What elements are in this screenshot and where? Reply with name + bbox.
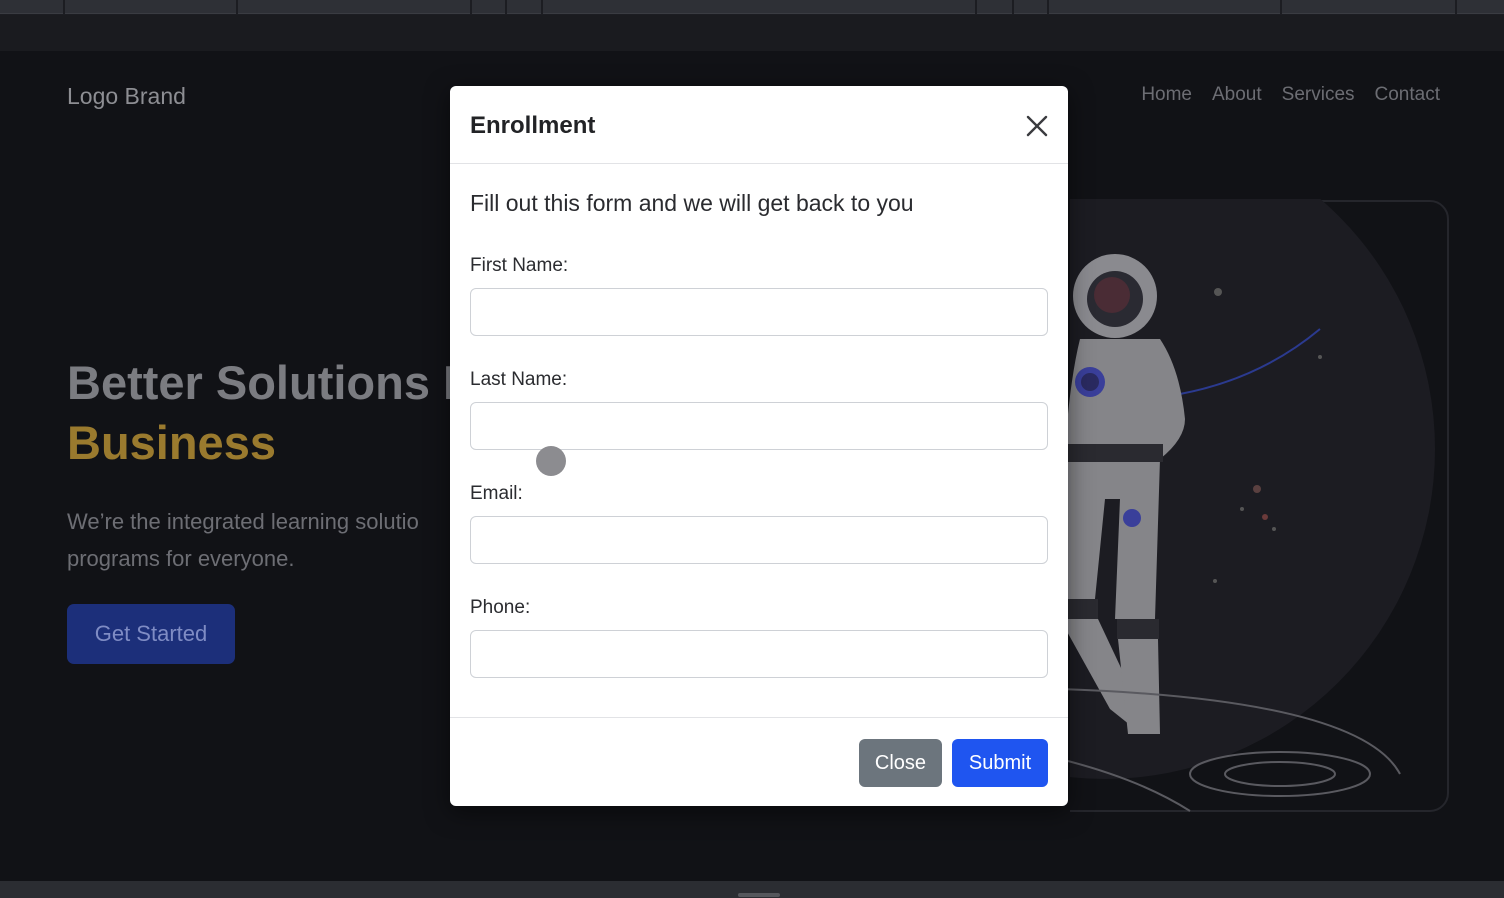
last-name-input[interactable]: [470, 402, 1048, 450]
close-icon[interactable]: [1021, 110, 1053, 142]
hero-subtitle: We’re the integrated learning solutio pr…: [67, 503, 467, 577]
form-intro: Fill out this form and we will get back …: [470, 190, 914, 216]
nav-about[interactable]: About: [1212, 84, 1262, 106]
resize-handle[interactable]: [738, 893, 780, 897]
modal-header: Enrollment: [450, 86, 1068, 164]
enrollment-modal: Enrollment Fill out this form and we wil…: [450, 86, 1068, 806]
nav-home[interactable]: Home: [1141, 84, 1192, 106]
hero-title-main: Better Solutions F: [67, 356, 472, 409]
nav-contact[interactable]: Contact: [1375, 84, 1440, 106]
email-label: Email:: [470, 483, 523, 504]
close-button[interactable]: Close: [859, 739, 942, 787]
nav-services[interactable]: Services: [1282, 84, 1355, 106]
phone-label: Phone:: [470, 597, 531, 618]
submit-button[interactable]: Submit: [952, 739, 1048, 787]
modal-footer: Close Submit: [450, 717, 1068, 806]
logo-brand[interactable]: Logo Brand: [67, 83, 186, 110]
main-nav: Home About Services Contact: [1141, 84, 1440, 106]
browser-toolbar-gap: [0, 15, 1504, 51]
hero-subtitle-line2: programs for everyone.: [67, 546, 295, 571]
modal-title: Enrollment: [470, 112, 596, 139]
first-name-label: First Name:: [470, 255, 569, 276]
browser-top-strip: [0, 0, 1504, 14]
browser-bottom-strip: [0, 881, 1504, 898]
email-input[interactable]: [470, 516, 1048, 564]
get-started-button[interactable]: Get Started: [67, 604, 235, 664]
last-name-label: Last Name:: [470, 369, 568, 390]
hero-title: Better Solutions F Business: [67, 353, 487, 473]
phone-input[interactable]: [470, 630, 1048, 678]
hero-title-accent: Business: [67, 416, 276, 469]
first-name-input[interactable]: [470, 288, 1048, 336]
hero-subtitle-line1: We’re the integrated learning solutio: [67, 509, 419, 534]
cursor-indicator: [536, 446, 566, 476]
